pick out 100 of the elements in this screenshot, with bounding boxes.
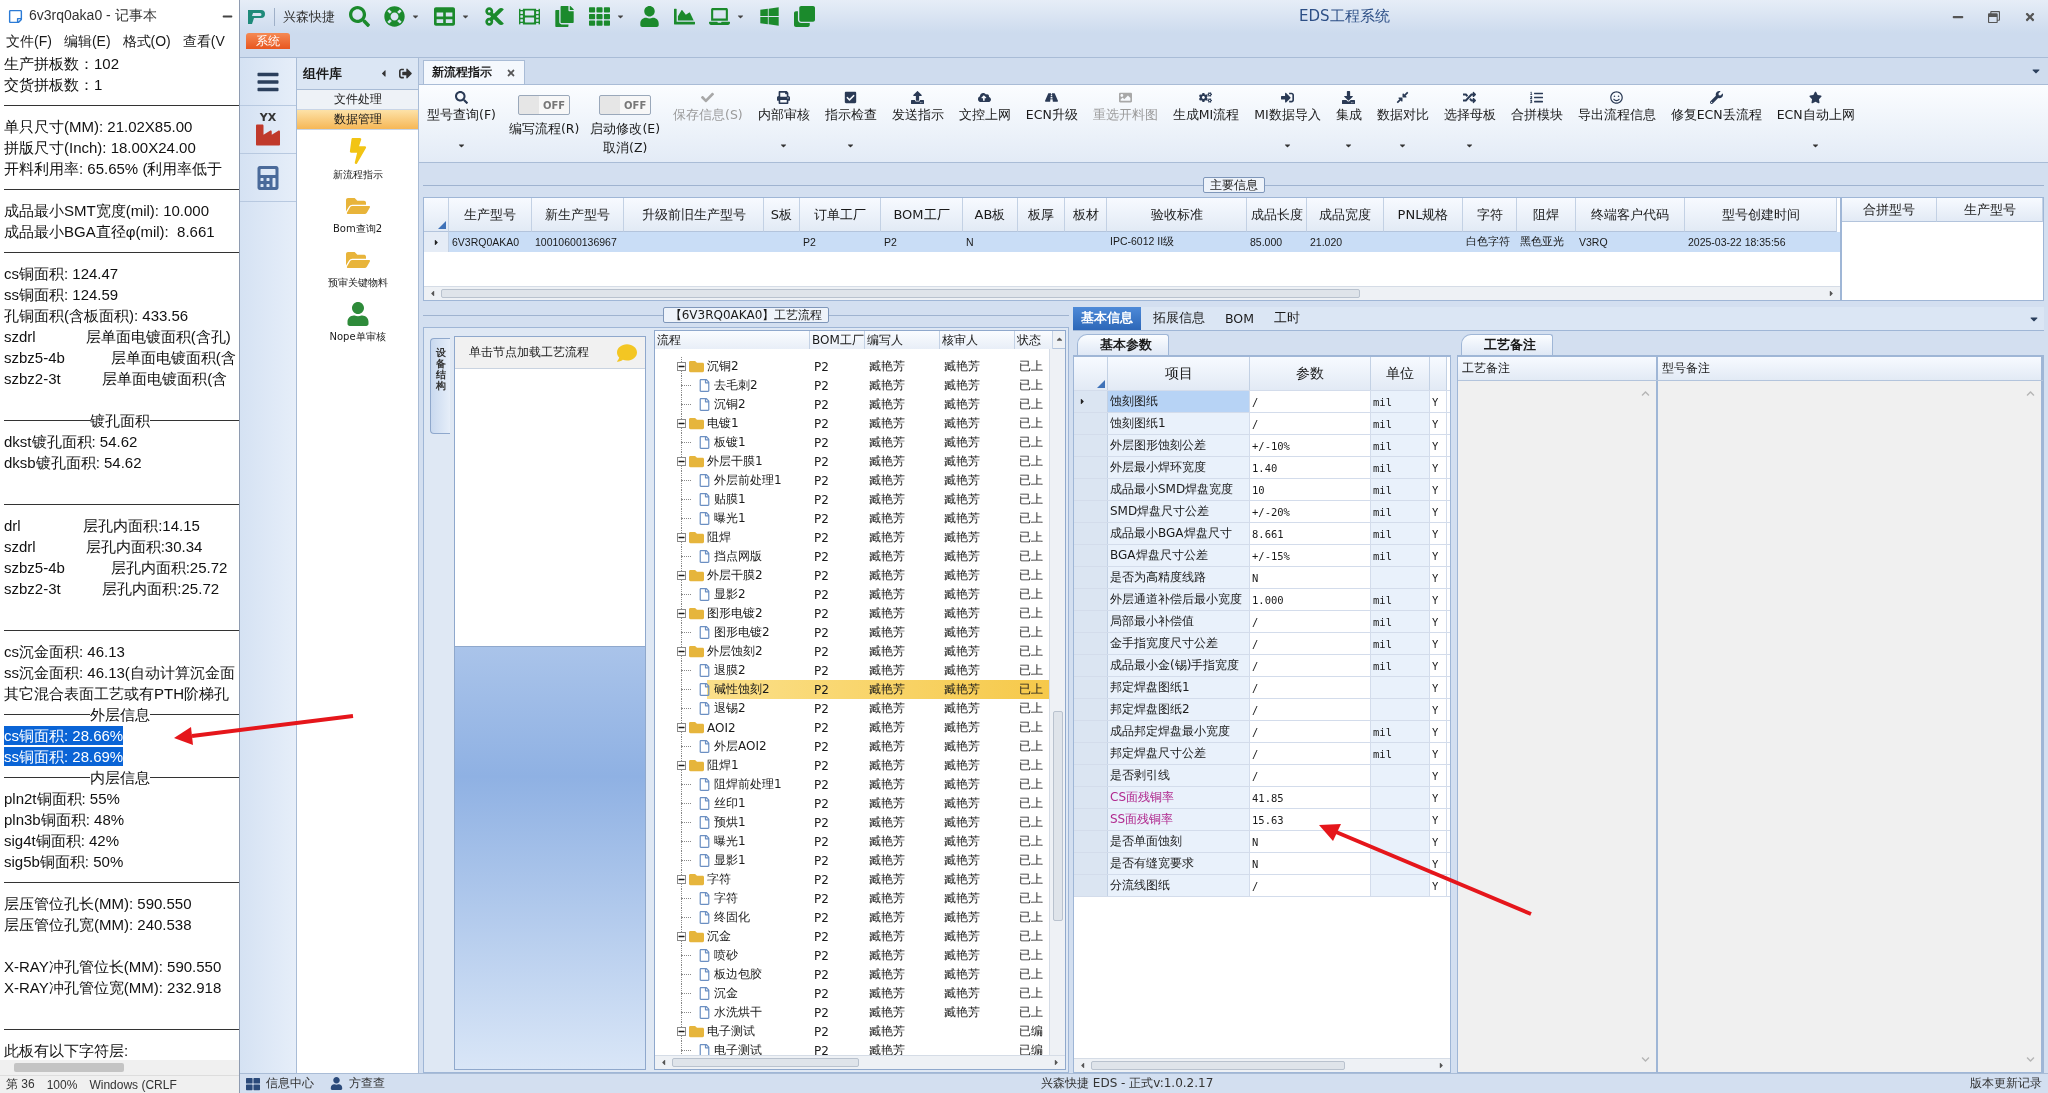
column-header[interactable]: 单位 (1371, 357, 1430, 390)
collapse-toggle[interactable] (677, 571, 686, 580)
tab[interactable]: BOM (1217, 307, 1262, 330)
collapse-toggle[interactable] (677, 457, 686, 466)
toolbar-button[interactable]: MI数据导入 (1252, 85, 1323, 155)
menu-item[interactable]: 编辑(E) (63, 33, 111, 51)
table-row[interactable]: 外层图形蚀刻公差 +/-10% mil Y (1074, 435, 1450, 457)
caret-icon[interactable] (736, 12, 745, 21)
tree-row[interactable]: 字符 P2 臧艳芳 臧艳芳 已上 (655, 889, 1049, 908)
menu-item[interactable]: 文件(F) (6, 33, 52, 51)
table-row[interactable]: 局部最小补偿值 / mil Y (1074, 611, 1450, 633)
column-header[interactable]: 型号创建时间 (1685, 198, 1837, 232)
collapse-toggle[interactable] (677, 419, 686, 428)
toolbar-button[interactable]: 型号查询(F) (425, 85, 498, 155)
collapse-toggle[interactable] (677, 1027, 686, 1036)
tab[interactable]: 工时 (1266, 307, 1308, 330)
tree-row[interactable]: 曝光1 P2 臧艳芳 臧艳芳 已上 (655, 509, 1049, 528)
table-row[interactable]: 是否剥引线 / Y (1074, 765, 1450, 787)
tab[interactable]: 拓展信息 (1145, 307, 1213, 330)
menu-item[interactable]: 查看(V (182, 33, 225, 51)
toolbar-button[interactable]: ECN自动上网 (1774, 85, 1857, 155)
collapse-toggle[interactable] (677, 723, 686, 732)
tree-row[interactable]: 板镀1 P2 臧艳芳 臧艳芳 已上 (655, 433, 1049, 452)
document-tab[interactable]: 新流程指示 (423, 60, 525, 84)
vertical-scrollbar[interactable] (1049, 349, 1065, 1055)
table-row[interactable]: 是否为高精度线路 N Y (1074, 567, 1450, 589)
table-row[interactable]: SMD焊盘尺寸公差 +/-20% mil Y (1074, 501, 1450, 523)
tree-row[interactable]: 预烘1 P2 臧艳芳 臧艳芳 已上 (655, 813, 1049, 832)
table-row[interactable]: 蚀刻图纸1 / mil Y (1074, 413, 1450, 435)
tree-row[interactable]: 丝印1 P2 臧艳芳 臧艳芳 已上 (655, 794, 1049, 813)
column-header[interactable]: BOM工厂 (881, 198, 963, 232)
panel-tab[interactable]: 基本参数 (1077, 334, 1169, 355)
column-header[interactable]: 状态 (1015, 331, 1053, 349)
column-header[interactable]: 订单工厂 (800, 198, 881, 232)
table-row[interactable]: 成品最小BGA焊盘尺寸 8.661 mil Y (1074, 523, 1450, 545)
table-row[interactable]: 6V3RQ0AKA0 10010600136967 P2 P2 N IPC-6012 II级 85.000 21.020 白色字符 黑色亚光 V3RQ 2025-03-22 18:35:56 (424, 232, 1840, 252)
table-row[interactable]: 金手指宽度尺寸公差 / mil Y (1074, 633, 1450, 655)
horizontal-scrollbar[interactable] (1074, 1058, 1450, 1072)
tree-row[interactable]: 字符 P2 臧艳芳 臧艳芳 已上 (655, 870, 1049, 889)
factory-button[interactable]: YX (240, 106, 296, 154)
column-header[interactable]: 生产型号 (1937, 198, 2043, 222)
tree-row[interactable]: 电子测试 P2 臧艳芳 已编 (655, 1022, 1049, 1041)
caret-icon[interactable] (461, 12, 470, 21)
table-row[interactable]: 外层通道补偿后最小宽度 1.000 mil Y (1074, 589, 1450, 611)
toggle-switch[interactable]: OFF (599, 95, 652, 115)
search-icon[interactable] (349, 6, 370, 27)
column-header[interactable]: 升级前旧生产型号 (624, 198, 764, 232)
horizontal-scrollbar[interactable] (424, 286, 1840, 300)
tree-row[interactable]: 沉金 P2 臧艳芳 臧艳芳 已上 (655, 927, 1049, 946)
status-button[interactable]: 信息中心 (246, 1075, 314, 1092)
collapse-toggle[interactable] (677, 533, 686, 542)
tree-row[interactable]: 水洗烘干 P2 臧艳芳 臧艳芳 已上 (655, 1003, 1049, 1022)
collapse-toggle[interactable] (677, 932, 686, 941)
table-row[interactable]: SS面残铜率 15.63 Y (1074, 809, 1450, 831)
tree-row[interactable]: 挡点网版 P2 臧艳芳 臧艳芳 已上 (655, 547, 1049, 566)
tree-row[interactable]: 图形电镀2 P2 臧艳芳 臧艳芳 已上 (655, 623, 1049, 642)
changelog-link[interactable]: 版本更新记录 (1970, 1075, 2042, 1092)
table-row[interactable]: 外层最小焊环宽度 1.40 mil Y (1074, 457, 1450, 479)
tree-row[interactable]: 板边包胶 P2 臧艳芳 臧艳芳 已上 (655, 965, 1049, 984)
collapse-toggle[interactable] (677, 362, 686, 371)
table-row[interactable]: 成品邦定焊盘最小宽度 / mil Y (1074, 721, 1450, 743)
toolbar-button[interactable]: 生成MI流程 (1170, 85, 1242, 155)
table-row[interactable]: 邦定焊盘图纸1 / Y (1074, 677, 1450, 699)
toolbar-button[interactable]: 发送指示 (889, 85, 946, 155)
tree-row[interactable]: 阻焊前处理1 P2 臧艳芳 臧艳芳 已上 (655, 775, 1049, 794)
column-header[interactable]: 生产型号 (449, 198, 532, 232)
table-row[interactable]: 成品最小SMD焊盘宽度 10 mil Y (1074, 479, 1450, 501)
toolbar-button[interactable]: 修复ECN丢流程 (1668, 85, 1764, 155)
vertical-tab[interactable]: 设备结构 (430, 338, 450, 434)
column-header[interactable]: 新生产型号 (532, 198, 624, 232)
column-header[interactable]: 板材 (1065, 198, 1107, 232)
collapse-toggle[interactable] (677, 761, 686, 770)
toggle-switch[interactable]: OFF (518, 95, 571, 115)
tree-row[interactable]: 喷砂 P2 臧艳芳 臧艳芳 已上 (655, 946, 1049, 965)
tree-row[interactable]: 显影1 P2 臧艳芳 臧艳芳 已上 (655, 851, 1049, 870)
component-item[interactable]: 新流程指示 (297, 130, 418, 186)
column-header[interactable]: 字符 (1463, 198, 1517, 232)
tree-row[interactable]: 阻焊 P2 臧艳芳 臧艳芳 已上 (655, 528, 1049, 547)
table-row[interactable]: 邦定焊盘尺寸公差 / mil Y (1074, 743, 1450, 765)
component-item[interactable]: Nope单审核 (297, 294, 418, 348)
column-header[interactable]: 验收标准 (1107, 198, 1247, 232)
tree-row[interactable]: 曝光1 P2 臧艳芳 臧艳芳 已上 (655, 832, 1049, 851)
scissors-icon[interactable] (484, 6, 505, 27)
toolbar-button[interactable]: ECN升级 (1023, 85, 1080, 155)
status-button[interactable]: 方查查 (330, 1075, 385, 1092)
tree-row[interactable]: 外层蚀刻2 P2 臧艳芳 臧艳芳 已上 (655, 642, 1049, 661)
grid-icon[interactable] (589, 6, 610, 27)
laptop-icon[interactable] (709, 6, 730, 27)
tree-row[interactable]: 退锡2 P2 臧艳芳 臧艳芳 已上 (655, 699, 1049, 718)
toolbar-button[interactable]: 文控上网 (956, 85, 1013, 155)
tree-row[interactable]: AOI2 P2 臧艳芳 臧艳芳 已上 (655, 718, 1049, 737)
collapse-toggle[interactable] (677, 609, 686, 618)
column-header[interactable]: 成品宽度 (1307, 198, 1384, 232)
user-icon[interactable] (639, 6, 660, 27)
column-header[interactable]: 板厚 (1018, 198, 1065, 232)
tree-row[interactable]: 贴膜1 P2 臧艳芳 臧艳芳 已上 (655, 490, 1049, 509)
tree-row[interactable]: 去毛刺2 P2 臧艳芳 臧艳芳 已上 (655, 376, 1049, 395)
toolbar-button[interactable]: 导出流程信息 (1575, 85, 1658, 155)
tab[interactable]: 基本信息 (1073, 307, 1141, 330)
tree-row[interactable]: 沉铜2 P2 臧艳芳 臧艳芳 已上 (655, 395, 1049, 414)
